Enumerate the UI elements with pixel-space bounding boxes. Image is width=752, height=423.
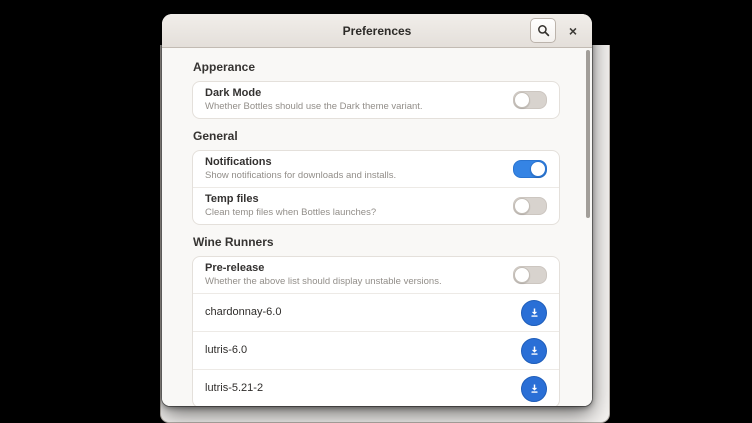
row-title: Dark Mode (205, 87, 513, 100)
window-title: Preferences (343, 24, 412, 38)
desktop: { "window": { "title": "Preferences", "c… (0, 0, 752, 423)
section-wine-runners: Wine Runners Pre-release Whether the abo… (192, 235, 560, 406)
close-button[interactable]: × (560, 18, 586, 43)
switch-knob (514, 198, 530, 214)
download-icon (528, 344, 541, 357)
temp-files-switch[interactable] (513, 197, 547, 215)
switch-knob (514, 267, 530, 283)
card-appearance: Dark Mode Whether Bottles should use the… (192, 81, 560, 119)
runner-name: chardonnay-6.0 (205, 306, 521, 319)
row-notifications: Notifications Show notifications for dow… (193, 151, 559, 187)
section-general: General Notifications Show notifications… (192, 129, 560, 225)
dark-mode-switch[interactable] (513, 91, 547, 109)
row-title: Notifications (205, 156, 513, 169)
row-title: Pre-release (205, 262, 513, 275)
section-appearance: Apperance Dark Mode Whether Bottles shou… (192, 60, 560, 119)
section-title: Apperance (193, 60, 560, 74)
notifications-switch[interactable] (513, 160, 547, 178)
preferences-dialog: Preferences × Apperance Dark Mode Whethe… (162, 14, 592, 406)
row-dark-mode: Dark Mode Whether Bottles should use the… (193, 82, 559, 118)
row-runner-lutris-521[interactable]: lutris-5.21-2 (193, 369, 559, 406)
download-icon (528, 306, 541, 319)
row-runner-lutris-6[interactable]: lutris-6.0 (193, 331, 559, 369)
switch-knob (514, 92, 530, 108)
row-temp-files: Temp files Clean temp files when Bottles… (193, 187, 559, 224)
row-runner-chardonnay[interactable]: chardonnay-6.0 (193, 293, 559, 331)
row-subtitle: Whether the above list should display un… (205, 276, 513, 288)
close-icon: × (569, 23, 577, 39)
card-wine-runners: Pre-release Whether the above list shoul… (192, 256, 560, 406)
section-title: Wine Runners (193, 235, 560, 249)
search-button[interactable] (530, 18, 556, 43)
download-runner-button[interactable] (521, 376, 547, 402)
download-runner-button[interactable] (521, 338, 547, 364)
section-title: General (193, 129, 560, 143)
row-subtitle: Whether Bottles should use the Dark them… (205, 101, 513, 113)
switch-knob (530, 161, 546, 177)
runner-name: lutris-5.21-2 (205, 382, 521, 395)
download-icon (528, 382, 541, 395)
row-subtitle: Show notifications for downloads and ins… (205, 170, 513, 182)
search-icon (537, 24, 550, 37)
header-bar: Preferences × (162, 14, 592, 48)
row-subtitle: Clean temp files when Bottles launches? (205, 207, 513, 219)
runner-name: lutris-6.0 (205, 344, 521, 357)
scrollbar-thumb[interactable] (586, 50, 590, 218)
preferences-content: Apperance Dark Mode Whether Bottles shou… (162, 48, 592, 406)
row-pre-release: Pre-release Whether the above list shoul… (193, 257, 559, 293)
row-title: Temp files (205, 193, 513, 206)
card-general: Notifications Show notifications for dow… (192, 150, 560, 225)
download-runner-button[interactable] (521, 300, 547, 326)
pre-release-switch[interactable] (513, 266, 547, 284)
